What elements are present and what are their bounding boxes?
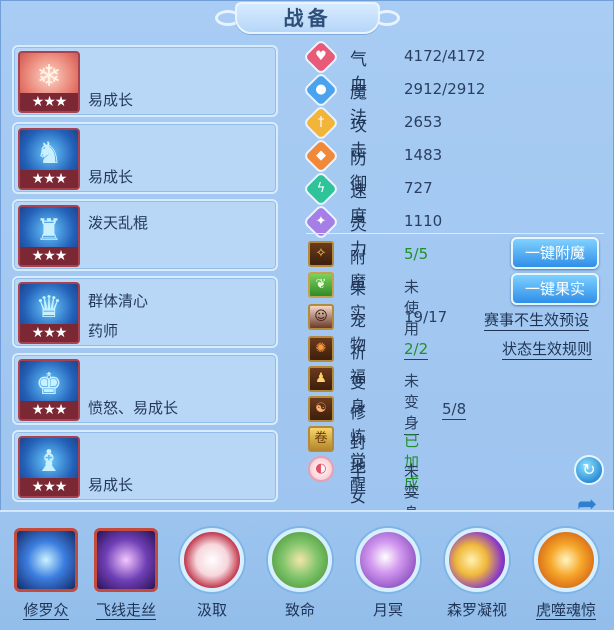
cultivation-icon: ☯	[308, 396, 334, 422]
eq-value[interactable]: 未变身	[404, 370, 420, 435]
vine-icon	[268, 528, 332, 592]
fruit-icon: ❦	[308, 272, 334, 298]
star-rating: ★★★	[20, 247, 78, 265]
star-rating: ★★★	[20, 170, 78, 188]
skill-card[interactable]: ♞ ★★★ 易成长	[12, 122, 278, 194]
armor-icon: ♝ ★★★	[18, 436, 80, 498]
page-title: 战备	[283, 6, 332, 30]
star-rating: ★★★	[20, 93, 78, 111]
eq-value: 5/5	[404, 245, 429, 263]
bottom-skill[interactable]: 修罗众	[6, 520, 86, 628]
moon-orb-icon	[356, 528, 420, 592]
skill-name: 虎噬魂惊	[535, 601, 596, 620]
skill-name: 飞线走丝	[95, 601, 156, 620]
mage-icon: ♛ ★★★	[18, 282, 80, 344]
skill-card[interactable]: ♚ ★★★ 愤怒、易成长	[12, 353, 278, 425]
skill-trait: 愤怒、易成长	[88, 399, 179, 417]
bottom-skill[interactable]: 森罗凝视	[437, 520, 517, 628]
star-rating: ★★★	[20, 324, 78, 342]
crescent-icon	[445, 528, 509, 592]
star-rating: ★★★	[20, 401, 78, 419]
attr-value: 2912/2912	[404, 80, 486, 98]
popsicle-icon: ❄ ★★★	[18, 51, 80, 113]
star-rating: ★★★	[20, 478, 78, 496]
silk-icon	[94, 528, 158, 592]
skill-card[interactable]: ❄ ★★★ 易成长	[12, 45, 278, 117]
skill-card[interactable]: ♜ ★★★ 泼天乱棍	[12, 199, 278, 271]
star-burst-icon	[14, 528, 78, 592]
skill-name: 月冥	[372, 601, 403, 619]
skill-card[interactable]: ♝ ★★★ 易成长	[12, 430, 278, 502]
divider	[306, 233, 604, 234]
blessing-icon: ✺	[308, 336, 334, 362]
eq-value[interactable]: 5/8	[442, 400, 467, 420]
skill-trait: 易成长	[88, 91, 134, 109]
eq-label: 子女	[350, 463, 367, 506]
helmet-icon: ♚ ★★★	[18, 359, 80, 421]
attr-value: 4172/4172	[404, 47, 486, 65]
skill-trait: 泼天乱棍	[88, 214, 149, 232]
warrior-icon: ♜ ★★★	[18, 205, 80, 267]
tiger-icon	[534, 528, 598, 592]
eq-value: 19/17	[404, 308, 448, 326]
skill-trait: 易成长	[88, 168, 134, 186]
eq-value[interactable]: 2/2	[404, 340, 429, 360]
skill-trait: 药师	[88, 322, 119, 340]
bottom-skill[interactable]: 汲取	[172, 520, 252, 628]
skill-trait: 群体清心	[88, 292, 149, 310]
child-icon: ◐	[308, 456, 334, 482]
pet-portrait-icon: ☺	[308, 304, 334, 330]
absorb-icon	[180, 528, 244, 592]
title-plate: 战备	[235, 2, 380, 34]
attr-value: 727	[404, 179, 433, 197]
transform-icon: ♟	[308, 366, 334, 392]
refresh-icon[interactable]: ↻	[574, 455, 604, 485]
bottom-skill[interactable]: 虎噬魂惊	[526, 520, 606, 628]
bottom-skill[interactable]: 月冥	[348, 520, 428, 628]
bottom-skill[interactable]: 飞线走丝	[86, 520, 166, 628]
skill-card[interactable]: ♛ ★★★ 群体清心 药师	[12, 276, 278, 348]
rules-link[interactable]: 状态生效规则	[502, 338, 593, 360]
skill-name: 修罗众	[23, 601, 69, 620]
one-click-enchant-button[interactable]: 一键附魔	[511, 237, 599, 269]
attr-value: 1110	[404, 212, 443, 230]
preset-link[interactable]: 赛事不生效预设	[484, 309, 590, 331]
scroll-icon: 卷	[308, 426, 334, 452]
attr-value: 2653	[404, 113, 443, 131]
skill-trait: 易成长	[88, 476, 134, 494]
swirl-ornament-icon	[374, 10, 400, 26]
title-bar: 战备	[215, 0, 400, 38]
skill-name: 汲取	[196, 601, 227, 619]
skill-name: 致命	[284, 601, 315, 619]
skill-name: 森罗凝视	[446, 601, 507, 619]
bottom-skill[interactable]: 致命	[260, 520, 340, 628]
attr-value: 1483	[404, 146, 443, 164]
one-click-fruit-button[interactable]: 一键果实	[511, 273, 599, 305]
enchant-icon: ✧	[308, 241, 334, 267]
warrior-icon: ♞ ★★★	[18, 128, 80, 190]
